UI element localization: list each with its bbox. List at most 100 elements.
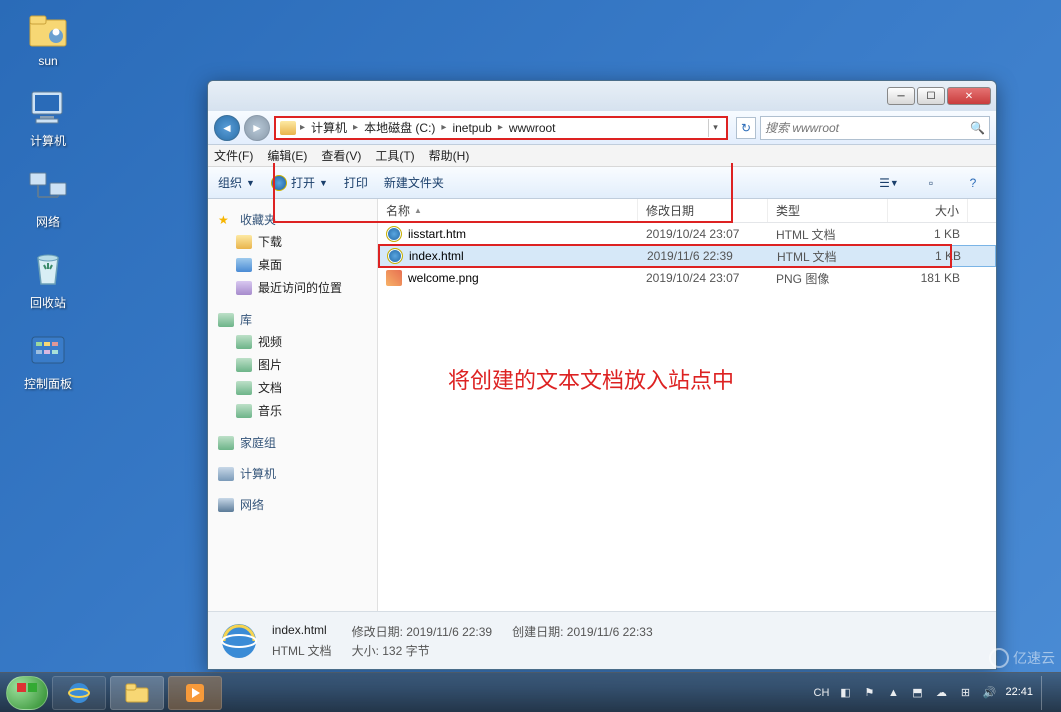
tray-icon[interactable]: ☁ [933, 685, 949, 701]
column-name[interactable]: 名称▲ [378, 199, 638, 222]
taskbar: CH ◧ ⚑ ▲ ⬒ ☁ ⊞ 🔊 22:41 [0, 672, 1061, 712]
chevron-down-icon: ▼ [319, 178, 328, 188]
open-button[interactable]: 打开▼ [271, 174, 328, 191]
folder-icon [280, 121, 296, 135]
sidebar-recent[interactable]: 最近访问的位置 [218, 276, 377, 299]
sidebar-homegroup[interactable]: 家庭组 [218, 432, 377, 453]
desktop-icon-computer[interactable]: 计算机 [8, 86, 88, 149]
search-input[interactable] [765, 121, 970, 135]
column-headers: 名称▲ 修改日期 类型 大小 [378, 199, 996, 223]
sidebar-videos[interactable]: 视频 [218, 330, 377, 353]
ie-icon [271, 175, 287, 191]
show-desktop-button[interactable] [1041, 676, 1049, 710]
chevron-up-icon[interactable]: ▲ [885, 685, 901, 701]
tray-icon[interactable]: ◧ [837, 685, 853, 701]
library-icon [218, 313, 234, 327]
star-icon: ★ [218, 213, 234, 227]
chevron-down-icon: ▼ [246, 178, 255, 188]
file-row[interactable]: welcome.png 2019/10/24 23:07 PNG 图像 181 … [378, 267, 996, 289]
breadcrumb-item[interactable]: wwwroot [507, 121, 558, 135]
sidebar-downloads[interactable]: 下载 [218, 230, 377, 253]
menu-edit[interactable]: 编辑(E) [267, 147, 307, 164]
video-icon [236, 335, 252, 349]
new-folder-button[interactable]: 新建文件夹 [384, 174, 444, 191]
organize-button[interactable]: 组织▼ [218, 174, 255, 191]
taskbar-media[interactable] [168, 676, 222, 710]
forward-button[interactable]: ► [244, 115, 270, 141]
png-file-icon [386, 270, 402, 286]
minimize-button[interactable]: ─ [887, 87, 915, 105]
maximize-button[interactable]: ☐ [917, 87, 945, 105]
search-icon[interactable]: 🔍 [970, 121, 985, 135]
network-icon [218, 498, 234, 512]
network-tray-icon[interactable]: ⊞ [957, 685, 973, 701]
breadcrumb-item[interactable]: 计算机 [309, 119, 349, 136]
lang-indicator[interactable]: CH [813, 685, 829, 701]
desktop-icon-label: 控制面板 [24, 375, 72, 392]
computer-icon [24, 86, 72, 130]
sidebar-favorites[interactable]: ★收藏夹 [218, 209, 377, 230]
close-button[interactable]: ✕ [947, 87, 991, 105]
breadcrumb-item[interactable]: 本地磁盘 (C:) [362, 119, 437, 136]
sidebar-music[interactable]: 音乐 [218, 399, 377, 422]
folder-user-icon [24, 8, 72, 52]
menu-file[interactable]: 文件(F) [214, 147, 253, 164]
clock[interactable]: 22:41 [1005, 686, 1033, 699]
watermark: 亿速云 [989, 648, 1055, 668]
homegroup-icon [218, 436, 234, 450]
tray-icon[interactable]: ⬒ [909, 685, 925, 701]
taskbar-explorer[interactable] [110, 676, 164, 710]
breadcrumb-dropdown[interactable]: ▾ [708, 119, 722, 137]
file-list: 名称▲ 修改日期 类型 大小 iisstart.htm 2019/10/24 2… [378, 199, 996, 611]
volume-icon[interactable]: 🔊 [981, 685, 997, 701]
desktop-icon-label: 计算机 [30, 132, 66, 149]
breadcrumb[interactable]: ▸ 计算机 ▸ 本地磁盘 (C:) ▸ inetpub ▸ wwwroot ▾ [274, 116, 728, 140]
action-center-icon[interactable]: ⚑ [861, 685, 877, 701]
desktop-icon-control-panel[interactable]: 控制面板 [8, 329, 88, 392]
details-filename: index.html [272, 623, 327, 637]
annotation-text: 将创建的文本文档放入站点中 [448, 363, 734, 395]
sidebar-network[interactable]: 网络 [218, 494, 377, 515]
recycle-bin-icon [24, 248, 72, 292]
file-row[interactable]: index.html 2019/11/6 22:39 HTML 文档 1 KB [378, 245, 996, 267]
column-date[interactable]: 修改日期 [638, 199, 768, 222]
titlebar[interactable]: ─ ☐ ✕ [208, 81, 996, 111]
view-options-button[interactable]: ☰ ▼ [876, 173, 902, 193]
sidebar-desktop[interactable]: 桌面 [218, 253, 377, 276]
file-row[interactable]: iisstart.htm 2019/10/24 23:07 HTML 文档 1 … [378, 223, 996, 245]
back-button[interactable]: ◄ [214, 115, 240, 141]
desktop-icon-recycle[interactable]: 回收站 [8, 248, 88, 311]
column-size[interactable]: 大小 [888, 199, 968, 222]
chevron-right-icon: ▸ [498, 122, 503, 133]
desktop-icon-network[interactable]: 网络 [8, 167, 88, 230]
preview-pane-button[interactable]: ▫ [918, 173, 944, 193]
file-rows[interactable]: iisstart.htm 2019/10/24 23:07 HTML 文档 1 … [378, 223, 996, 611]
sidebar-documents[interactable]: 文档 [218, 376, 377, 399]
chevron-right-icon: ▸ [353, 122, 358, 133]
taskbar-ie[interactable] [52, 676, 106, 710]
column-type[interactable]: 类型 [768, 199, 888, 222]
sidebar-libraries[interactable]: 库 [218, 309, 377, 330]
menu-view[interactable]: 查看(V) [321, 147, 361, 164]
desktop-icon-label: sun [38, 54, 57, 68]
print-button[interactable]: 打印 [344, 174, 368, 191]
sidebar-pictures[interactable]: 图片 [218, 353, 377, 376]
search-box[interactable]: 🔍 [760, 116, 990, 140]
recent-icon [236, 281, 252, 295]
html-file-icon [387, 248, 403, 264]
menu-tools[interactable]: 工具(T) [375, 147, 414, 164]
breadcrumb-item[interactable]: inetpub [450, 121, 493, 135]
desktop-area: sun 计算机 网络 回收站 控制面板 [8, 8, 88, 410]
desktop-icon [236, 258, 252, 272]
desktop-icon-sun[interactable]: sun [8, 8, 88, 68]
help-button[interactable]: ? [960, 173, 986, 193]
details-pane: index.html 修改日期: 2019/11/6 22:39 创建日期: 2… [208, 611, 996, 669]
sidebar-computer[interactable]: 计算机 [218, 463, 377, 484]
explorer-body: ★收藏夹 下载 桌面 最近访问的位置 库 视频 图片 文档 音乐 家庭组 计算机… [208, 199, 996, 611]
html-file-icon [386, 226, 402, 242]
refresh-button[interactable]: ↻ [736, 117, 756, 139]
start-button[interactable] [6, 676, 48, 710]
menu-help[interactable]: 帮助(H) [429, 147, 470, 164]
toolbar: 组织▼ 打开▼ 打印 新建文件夹 ☰ ▼ ▫ ? [208, 167, 996, 199]
picture-icon [236, 358, 252, 372]
